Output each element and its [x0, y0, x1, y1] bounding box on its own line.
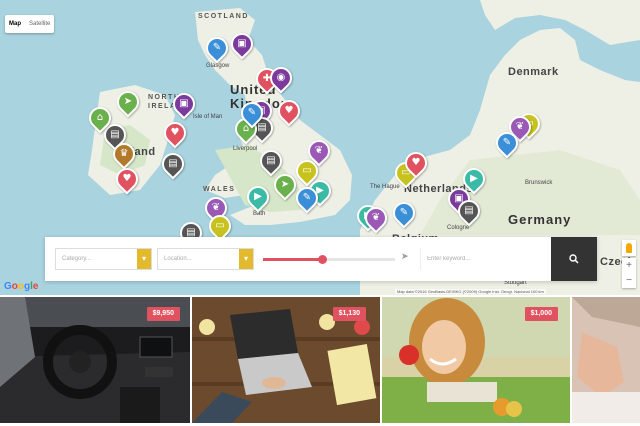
map-type-satellite[interactable]: Satellite [25, 15, 54, 33]
home-icon: ⌂ [96, 112, 104, 123]
map-marker[interactable]: ♛ [108, 138, 140, 170]
map-marker[interactable]: ⌂ [84, 102, 116, 134]
geolocate-icon[interactable]: ➤ [401, 251, 409, 262]
briefcase-icon: ▤ [168, 158, 178, 169]
wrench-icon: ✎ [399, 207, 409, 218]
car-icon: ◉ [276, 72, 286, 83]
map-marker[interactable]: ✎ [236, 97, 268, 129]
search-button[interactable] [551, 237, 597, 281]
search-bar: Category... ▾ Location... ▾ ➤ [45, 237, 597, 281]
wrench-icon: ✎ [247, 107, 257, 118]
truck-icon: ▶ [254, 191, 262, 202]
map-marker[interactable]: ▶ [458, 163, 490, 195]
map-label-wales: WALES [203, 186, 236, 193]
radius-slider-handle[interactable] [318, 255, 328, 264]
trophy-icon: ♛ [119, 148, 129, 159]
radius-slider-fill [263, 258, 323, 261]
listing-price: $1,000 [524, 307, 558, 321]
map-marker[interactable]: ♥ [400, 147, 432, 179]
map-label-glasgow: Glasgow [206, 63, 230, 69]
map-marker[interactable]: ▶ [242, 181, 274, 213]
map-marker[interactable]: ✎ [388, 197, 420, 229]
map-marker[interactable]: ✎ [291, 182, 323, 214]
wrench-icon: ✎ [302, 192, 312, 203]
location-dropdown-icon[interactable]: ▾ [239, 249, 253, 269]
gift-icon: ▣ [237, 38, 247, 49]
map-marker[interactable]: ➤ [112, 86, 144, 118]
listing-image-hand [572, 297, 640, 423]
google-logo: Google [4, 281, 39, 292]
map-marker[interactable]: ◉ [265, 62, 297, 94]
map-marker[interactable]: ▣ [226, 28, 258, 60]
keyword-input[interactable] [420, 248, 548, 270]
location-select-value: Location... [164, 256, 192, 262]
map-label-scotland: SCOTLAND [198, 13, 249, 20]
listing-card-apple[interactable]: $1,000 [382, 297, 570, 423]
monitor-icon: ▭ [215, 220, 225, 231]
page: Map Satellite SCOTLAND United Kingdom NO… [0, 0, 640, 426]
truck-icon: ▶ [470, 173, 478, 184]
map-type-control[interactable]: Map Satellite [5, 15, 55, 33]
heart-icon: ♥ [284, 105, 294, 116]
leaf-icon: ❦ [314, 145, 324, 156]
map-marker[interactable]: ♥ [111, 163, 143, 195]
heart-icon: ♥ [122, 173, 132, 184]
map-label-denmark: Denmark [508, 66, 559, 78]
leaf-icon: ❦ [371, 212, 381, 223]
heart-icon: ♥ [170, 127, 180, 138]
listing-card-hand[interactable] [572, 297, 640, 423]
map-marker[interactable]: ✎ [201, 32, 233, 64]
radius-slider[interactable] [263, 255, 395, 264]
wrench-icon: ✎ [502, 137, 512, 148]
map-marker[interactable]: ▣ [168, 88, 200, 120]
search-icon [569, 254, 579, 264]
heart-icon: ♥ [411, 157, 421, 168]
map-marker[interactable]: ▤ [157, 148, 189, 180]
category-select-value: Category... [62, 256, 91, 262]
listing-price: $9,950 [146, 307, 180, 321]
rocket-icon: ➤ [280, 179, 290, 190]
map-label-isle-of-man: Isle of Man [193, 114, 223, 120]
briefcase-icon: ▤ [464, 205, 474, 216]
zoom-out-button[interactable]: − [622, 273, 636, 288]
listing-card-laptop[interactable]: $1,130 [192, 297, 380, 423]
map-marker[interactable]: ❦ [303, 135, 335, 167]
location-select[interactable]: Location... ▾ [157, 248, 254, 270]
map-copyright[interactable]: Map data ©2016 GeoBasis-DE/BKG (©2009) G… [395, 289, 546, 294]
map-marker[interactable]: ♥ [159, 117, 191, 149]
gift-icon: ▣ [179, 98, 189, 109]
category-select[interactable]: Category... ▾ [55, 248, 152, 270]
map-label-brunswick: Brunswick [525, 180, 553, 186]
map-marker[interactable]: ➤ [269, 169, 301, 201]
listing-card-car[interactable]: $9,950 [0, 297, 190, 423]
briefcase-icon: ▤ [266, 155, 276, 166]
map-marker[interactable]: ❦ [360, 202, 392, 234]
map-marker[interactable]: ✎ [491, 127, 523, 159]
zoom-control[interactable]: + − [622, 258, 636, 288]
street-view-pegman-icon[interactable] [622, 240, 636, 256]
category-dropdown-icon[interactable]: ▾ [137, 249, 151, 269]
map-marker[interactable]: ▤ [255, 145, 287, 177]
zoom-in-button[interactable]: + [622, 258, 636, 273]
map-marker[interactable]: ▤ [453, 195, 485, 227]
wrench-icon: ✎ [212, 42, 222, 53]
rocket-icon: ➤ [123, 96, 133, 107]
map-type-map[interactable]: Map [5, 15, 25, 33]
listing-cards: $9,950 $1,130 $1,000 [0, 297, 640, 426]
map-marker[interactable]: ♥ [273, 95, 305, 127]
map-label-germany: Germany [508, 212, 572, 227]
map-label-liverpool: Liverpool [233, 146, 258, 152]
listing-price: $1,130 [332, 307, 366, 321]
